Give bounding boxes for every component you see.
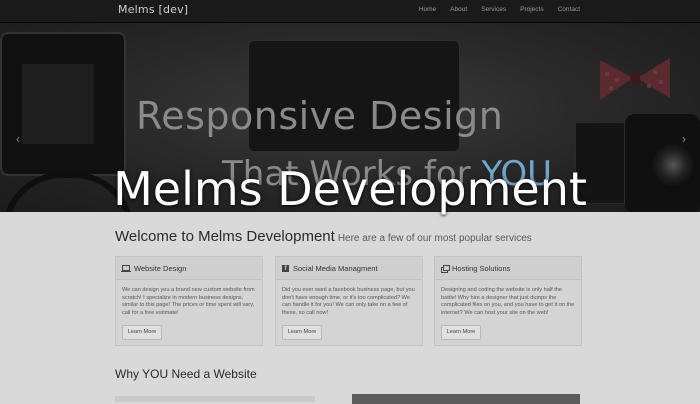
card-title: Hosting Solutions <box>452 263 511 273</box>
windows-icon <box>441 264 450 273</box>
nav-projects[interactable]: Projects <box>520 6 543 13</box>
brand-logo[interactable]: Melms [dev] <box>118 3 188 16</box>
service-card-website-design: Website Design We can design you a brand… <box>115 256 263 346</box>
carousel-prev-arrow[interactable]: ‹ <box>16 132 20 146</box>
card-header: Website Design <box>116 257 262 280</box>
service-card-hosting: Hosting Solutions Designing and coding t… <box>434 256 582 346</box>
nav-links: Home About Services Projects Contact <box>419 6 580 13</box>
card-body: Designing and coding the website is only… <box>441 287 575 316</box>
card-header: f Social Media Managment <box>276 257 422 280</box>
nav-about[interactable]: About <box>450 6 467 13</box>
learn-more-button[interactable]: Learn More <box>441 325 481 340</box>
card-title: Website Design <box>134 263 187 273</box>
hero-headline: Responsive Design <box>136 94 504 138</box>
card-header: Hosting Solutions <box>435 257 581 280</box>
tablet-image <box>0 32 126 176</box>
card-title: Social Media Managment <box>293 263 378 273</box>
card-body: Did you ever want a facebook business pa… <box>282 287 415 316</box>
laptop-icon <box>121 265 131 272</box>
main-content: Welcome to Melms Development Here are a f… <box>0 212 700 404</box>
service-card-social-media: f Social Media Managment Did you ever wa… <box>275 256 423 346</box>
welcome-subtitle: Here are a few of our most popular servi… <box>337 233 532 244</box>
welcome-title: Welcome to Melms Development <box>115 228 335 245</box>
bowtie-image <box>600 58 670 100</box>
why-image-preview <box>352 394 580 404</box>
facebook-icon: f <box>282 264 289 272</box>
welcome-heading: Welcome to Melms Development Here are a f… <box>115 228 532 246</box>
overlay-title: Melms Development <box>113 162 587 216</box>
navbar: Melms [dev] Home About Services Projects… <box>0 0 700 23</box>
nav-services[interactable]: Services <box>481 6 506 13</box>
why-heading: Why YOU Need a Website <box>115 367 257 381</box>
nav-contact[interactable]: Contact <box>558 6 580 13</box>
card-body: We can design you a brand new custom web… <box>122 287 255 316</box>
nav-home[interactable]: Home <box>419 6 436 13</box>
carousel-next-arrow[interactable]: › <box>682 132 686 146</box>
learn-more-button[interactable]: Learn More <box>122 325 162 340</box>
learn-more-button[interactable]: Learn More <box>282 325 322 340</box>
why-text-preview <box>115 396 315 402</box>
